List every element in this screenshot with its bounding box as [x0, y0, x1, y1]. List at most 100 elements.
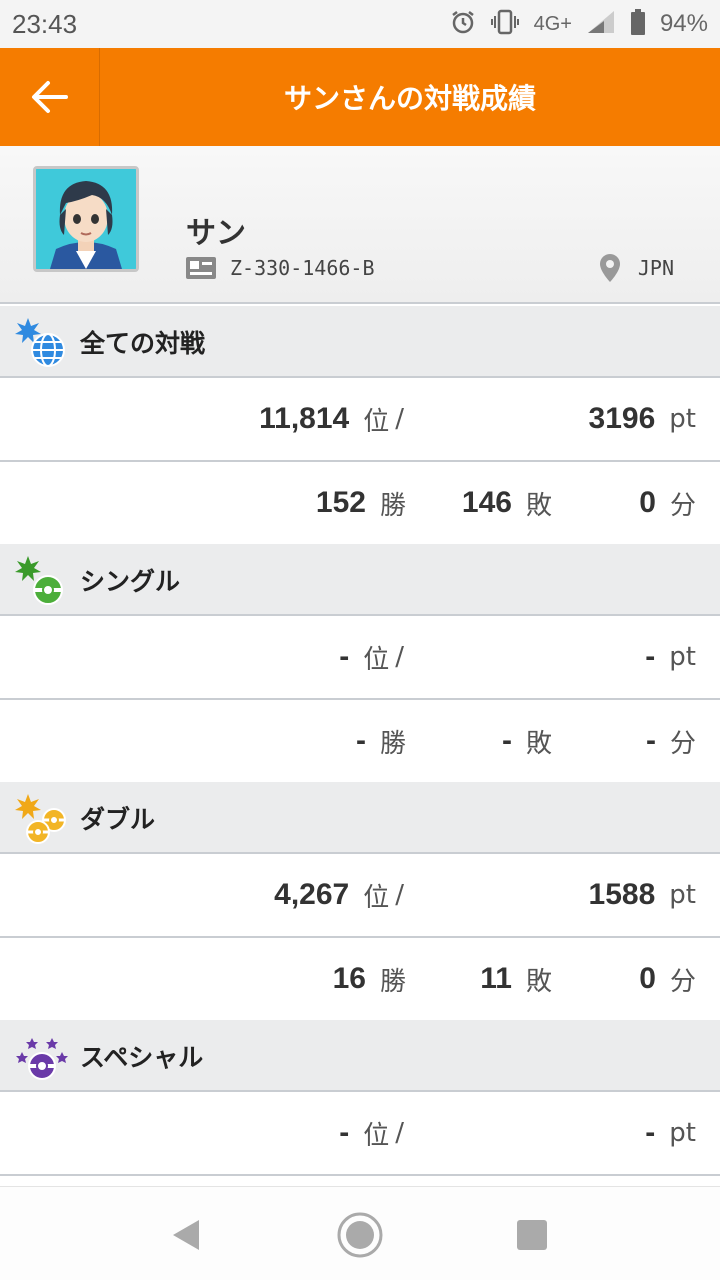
wins-cell: - 勝 — [356, 700, 406, 782]
points-value: 1588 — [588, 878, 656, 911]
wins-unit: 勝 — [379, 490, 406, 521]
points-unit: pt — [669, 1118, 696, 1148]
points-value: - — [645, 640, 656, 673]
rank-slash: / — [395, 880, 404, 910]
profile-card: サン Z-330-1466-B JPN — [0, 146, 720, 304]
losses-unit: 敗 — [525, 966, 552, 997]
draws-value: 0 — [639, 962, 656, 995]
vibrate-icon — [490, 9, 520, 40]
points-unit: pt — [669, 642, 696, 672]
rank-unit: 位 — [363, 644, 390, 675]
rank-slash: / — [395, 404, 404, 434]
square-recents-icon — [517, 1220, 547, 1250]
status-icons: 4G+ 94% — [450, 8, 708, 40]
section-title: スペシャル — [80, 1043, 204, 1072]
section-header-double: ダブル — [0, 782, 720, 854]
arrow-left-icon — [31, 81, 68, 113]
single-battle-icon — [15, 556, 63, 605]
rank-row-single: - 位 / - pt — [0, 616, 720, 700]
rank-value: - — [339, 1116, 350, 1149]
id-card-icon — [186, 257, 216, 279]
location-pin-icon — [599, 254, 620, 282]
rank-cell: 11,814 位 / — [259, 378, 404, 460]
nav-back-button[interactable] — [158, 1207, 214, 1263]
section-header-single: シングル — [0, 544, 720, 616]
rank-unit: 位 — [363, 406, 390, 437]
draws-unit: 分 — [669, 728, 696, 759]
draws-value: - — [645, 724, 656, 757]
rank-cell: - 位 / — [339, 1092, 404, 1174]
rank-slash: / — [395, 642, 404, 672]
status-time: 23:43 — [12, 9, 78, 39]
section-title: 全ての対戦 — [80, 329, 206, 358]
wins-cell: 16 勝 — [333, 938, 406, 1020]
losses-cell: 11 敗 — [480, 938, 552, 1020]
draws-unit: 分 — [669, 966, 696, 997]
back-button[interactable] — [0, 48, 100, 146]
rank-unit: 位 — [363, 1120, 390, 1151]
losses-cell: 146 敗 — [462, 462, 552, 544]
avatar — [33, 166, 139, 272]
wins-unit: 勝 — [379, 728, 406, 759]
network-type: 4G+ — [533, 12, 572, 35]
battery-icon — [630, 8, 646, 40]
trainer-id: Z-330-1466-B — [230, 256, 375, 280]
rank-slash: / — [395, 1118, 404, 1148]
section-header-all: 全ての対戦 — [0, 306, 720, 378]
draws-unit: 分 — [669, 490, 696, 521]
losses-cell: - 敗 — [502, 700, 552, 782]
wins-cell: 152 勝 — [316, 462, 406, 544]
record-row-special — [0, 1176, 720, 1186]
record-row-single: - 勝 - 敗 - 分 — [0, 700, 720, 784]
points-value: 3196 — [588, 402, 656, 435]
double-battle-icon — [15, 794, 66, 844]
rank-cell: - 位 / — [339, 616, 404, 698]
points-unit: pt — [669, 880, 696, 910]
losses-unit: 敗 — [525, 490, 552, 521]
rank-value: 11,814 — [259, 402, 350, 435]
points-cell: - pt — [645, 1092, 696, 1174]
special-battle-icon — [16, 1038, 68, 1080]
page-title: サンさんの対戦成績 — [283, 82, 536, 115]
draws-cell: - 分 — [646, 700, 696, 782]
rank-row-all: 11,814 位 / 3196 pt — [0, 378, 720, 462]
rank-row-double: 4,267 位 / 1588 pt — [0, 854, 720, 938]
section-title: シングル — [80, 567, 181, 596]
losses-unit: 敗 — [525, 728, 552, 759]
points-cell: - pt — [645, 616, 696, 698]
app-bar: サンさんの対戦成績 — [0, 48, 720, 146]
draws-cell: 0 分 — [639, 462, 696, 544]
rank-row-special: - 位 / - pt — [0, 1092, 720, 1176]
points-value: - — [645, 1116, 656, 1149]
nav-home-button[interactable] — [332, 1207, 388, 1263]
losses-value: 146 — [461, 486, 512, 519]
rank-cell: 4,267 位 / — [274, 854, 404, 936]
rank-value: - — [339, 640, 350, 673]
battery-percent: 94% — [659, 10, 708, 37]
wins-value: 152 — [315, 486, 366, 519]
wins-value: - — [355, 724, 366, 757]
section-title: ダブル — [80, 805, 156, 834]
losses-value: - — [501, 724, 512, 757]
status-bar: 23:43 4G+ 94% — [0, 0, 720, 48]
globe-icon — [15, 318, 65, 367]
country-code: JPN — [637, 256, 674, 280]
record-row-all: 152 勝 146 敗 0 分 — [0, 462, 720, 546]
trainer-id-row: Z-330-1466-B — [186, 256, 375, 280]
system-nav-bar — [0, 1186, 720, 1280]
triangle-back-icon — [173, 1220, 199, 1250]
circle-home-icon — [337, 1212, 383, 1258]
signal-icon — [586, 9, 616, 40]
player-name: サン — [186, 216, 246, 251]
record-row-double: 16 勝 11 敗 0 分 — [0, 938, 720, 1022]
points-cell: 3196 pt — [589, 378, 696, 460]
wins-unit: 勝 — [379, 966, 406, 997]
points-unit: pt — [669, 404, 696, 434]
rank-unit: 位 — [363, 882, 390, 913]
rank-value: 4,267 — [274, 878, 350, 911]
nav-recents-button[interactable] — [504, 1207, 560, 1263]
points-cell: 1588 pt — [589, 854, 696, 936]
draws-cell: 0 分 — [639, 938, 696, 1020]
section-header-special: スペシャル — [0, 1020, 720, 1092]
losses-value: 11 — [480, 962, 512, 995]
